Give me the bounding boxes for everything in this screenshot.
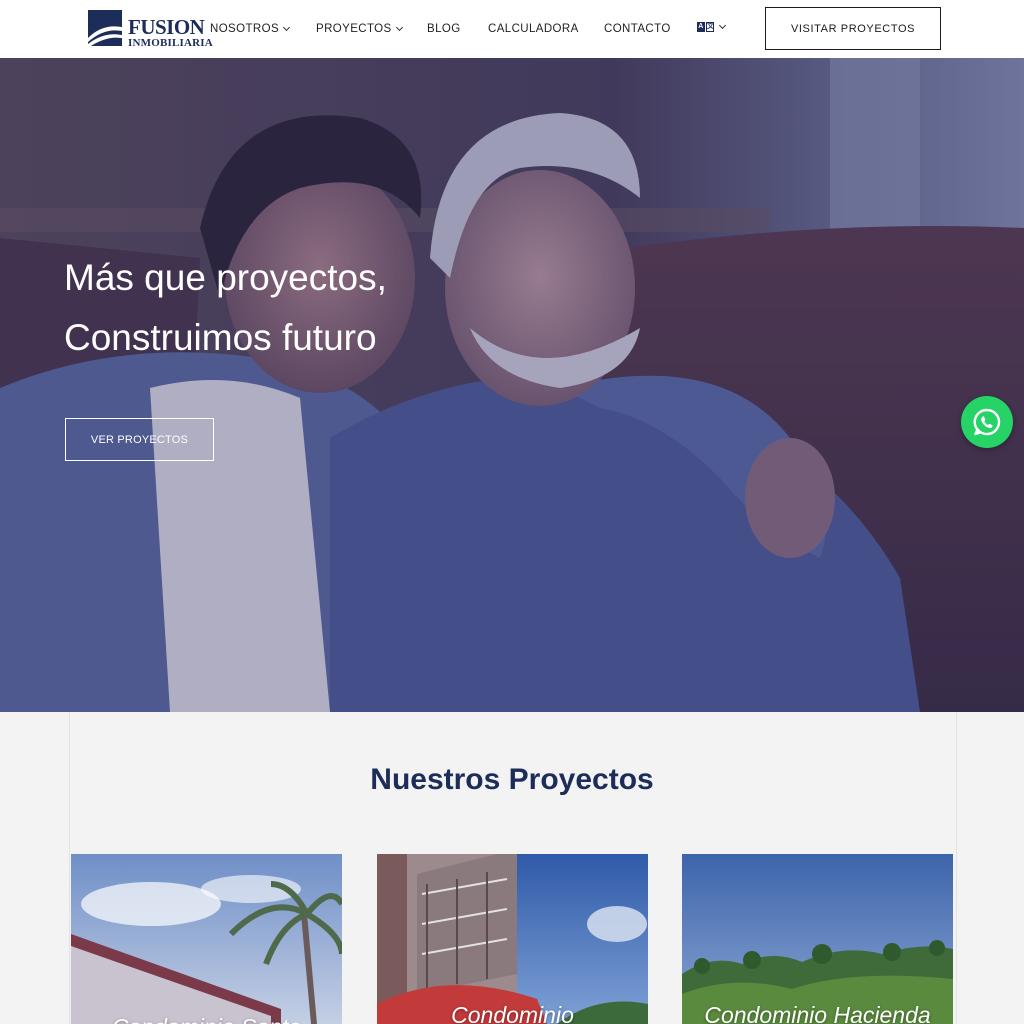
nav-blog[interactable]: BLOG	[427, 22, 461, 36]
hero-photo	[0, 58, 1024, 712]
project-card-title: Condominio Hacienda	[704, 1002, 931, 1024]
chevron-down-icon	[718, 21, 727, 30]
project-card-title: Condominio Santa	[71, 1014, 342, 1024]
nav-calculadora[interactable]: CALCULADORA	[488, 22, 579, 36]
whatsapp-button[interactable]	[961, 396, 1013, 448]
project-photo	[377, 854, 648, 1024]
hero-title-line2: Construimos futuro	[64, 317, 377, 358]
logo-name: FUSION	[128, 15, 205, 39]
projects-section: Nuestros Proyectos Condominio Santa	[0, 712, 1024, 1024]
nav-label: CONTACTO	[604, 23, 671, 35]
whatsapp-icon	[973, 408, 1001, 436]
logo-mark-icon	[88, 10, 126, 48]
hero-banner: Más que proyectos, Construimos futuro VE…	[0, 58, 1024, 712]
project-card[interactable]: Condominio	[377, 854, 648, 1024]
nav-label: BLOG	[427, 23, 461, 35]
chevron-down-icon	[282, 23, 291, 32]
nav-label: CALCULADORA	[488, 23, 579, 35]
nav-label: PROYECTOS	[316, 23, 392, 35]
project-photo	[71, 854, 342, 1024]
site-header: FUSION INMOBILIARIA NOSOTROS PROYECTOS B…	[0, 0, 1024, 58]
nav-proyectos[interactable]: PROYECTOS	[316, 22, 403, 36]
hero-title-line1: Más que proyectos,	[64, 257, 387, 298]
nav-contacto[interactable]: CONTACTO	[604, 22, 671, 36]
projects-heading: Nuestros Proyectos	[370, 763, 654, 796]
language-switcher[interactable]: A文	[697, 21, 727, 32]
chevron-down-icon	[395, 23, 403, 32]
translate-icon: A文	[697, 22, 715, 32]
project-card-title: Condominio	[451, 1002, 574, 1024]
fusion-logo[interactable]: FUSION INMOBILIARIA	[86, 8, 213, 50]
project-card[interactable]: Condominio Santa	[71, 854, 342, 1024]
project-card[interactable]: Condominio Hacienda	[682, 854, 953, 1024]
nav-label: NOSOTROS	[210, 23, 280, 35]
visit-projects-button[interactable]: VISITAR PROYECTOS	[765, 7, 941, 50]
logo-subtitle: INMOBILIARIA	[128, 37, 213, 49]
view-projects-button[interactable]: VER PROYECTOS	[65, 418, 214, 461]
nav-nosotros[interactable]: NOSOTROS	[210, 22, 291, 36]
project-photo	[682, 854, 953, 1024]
